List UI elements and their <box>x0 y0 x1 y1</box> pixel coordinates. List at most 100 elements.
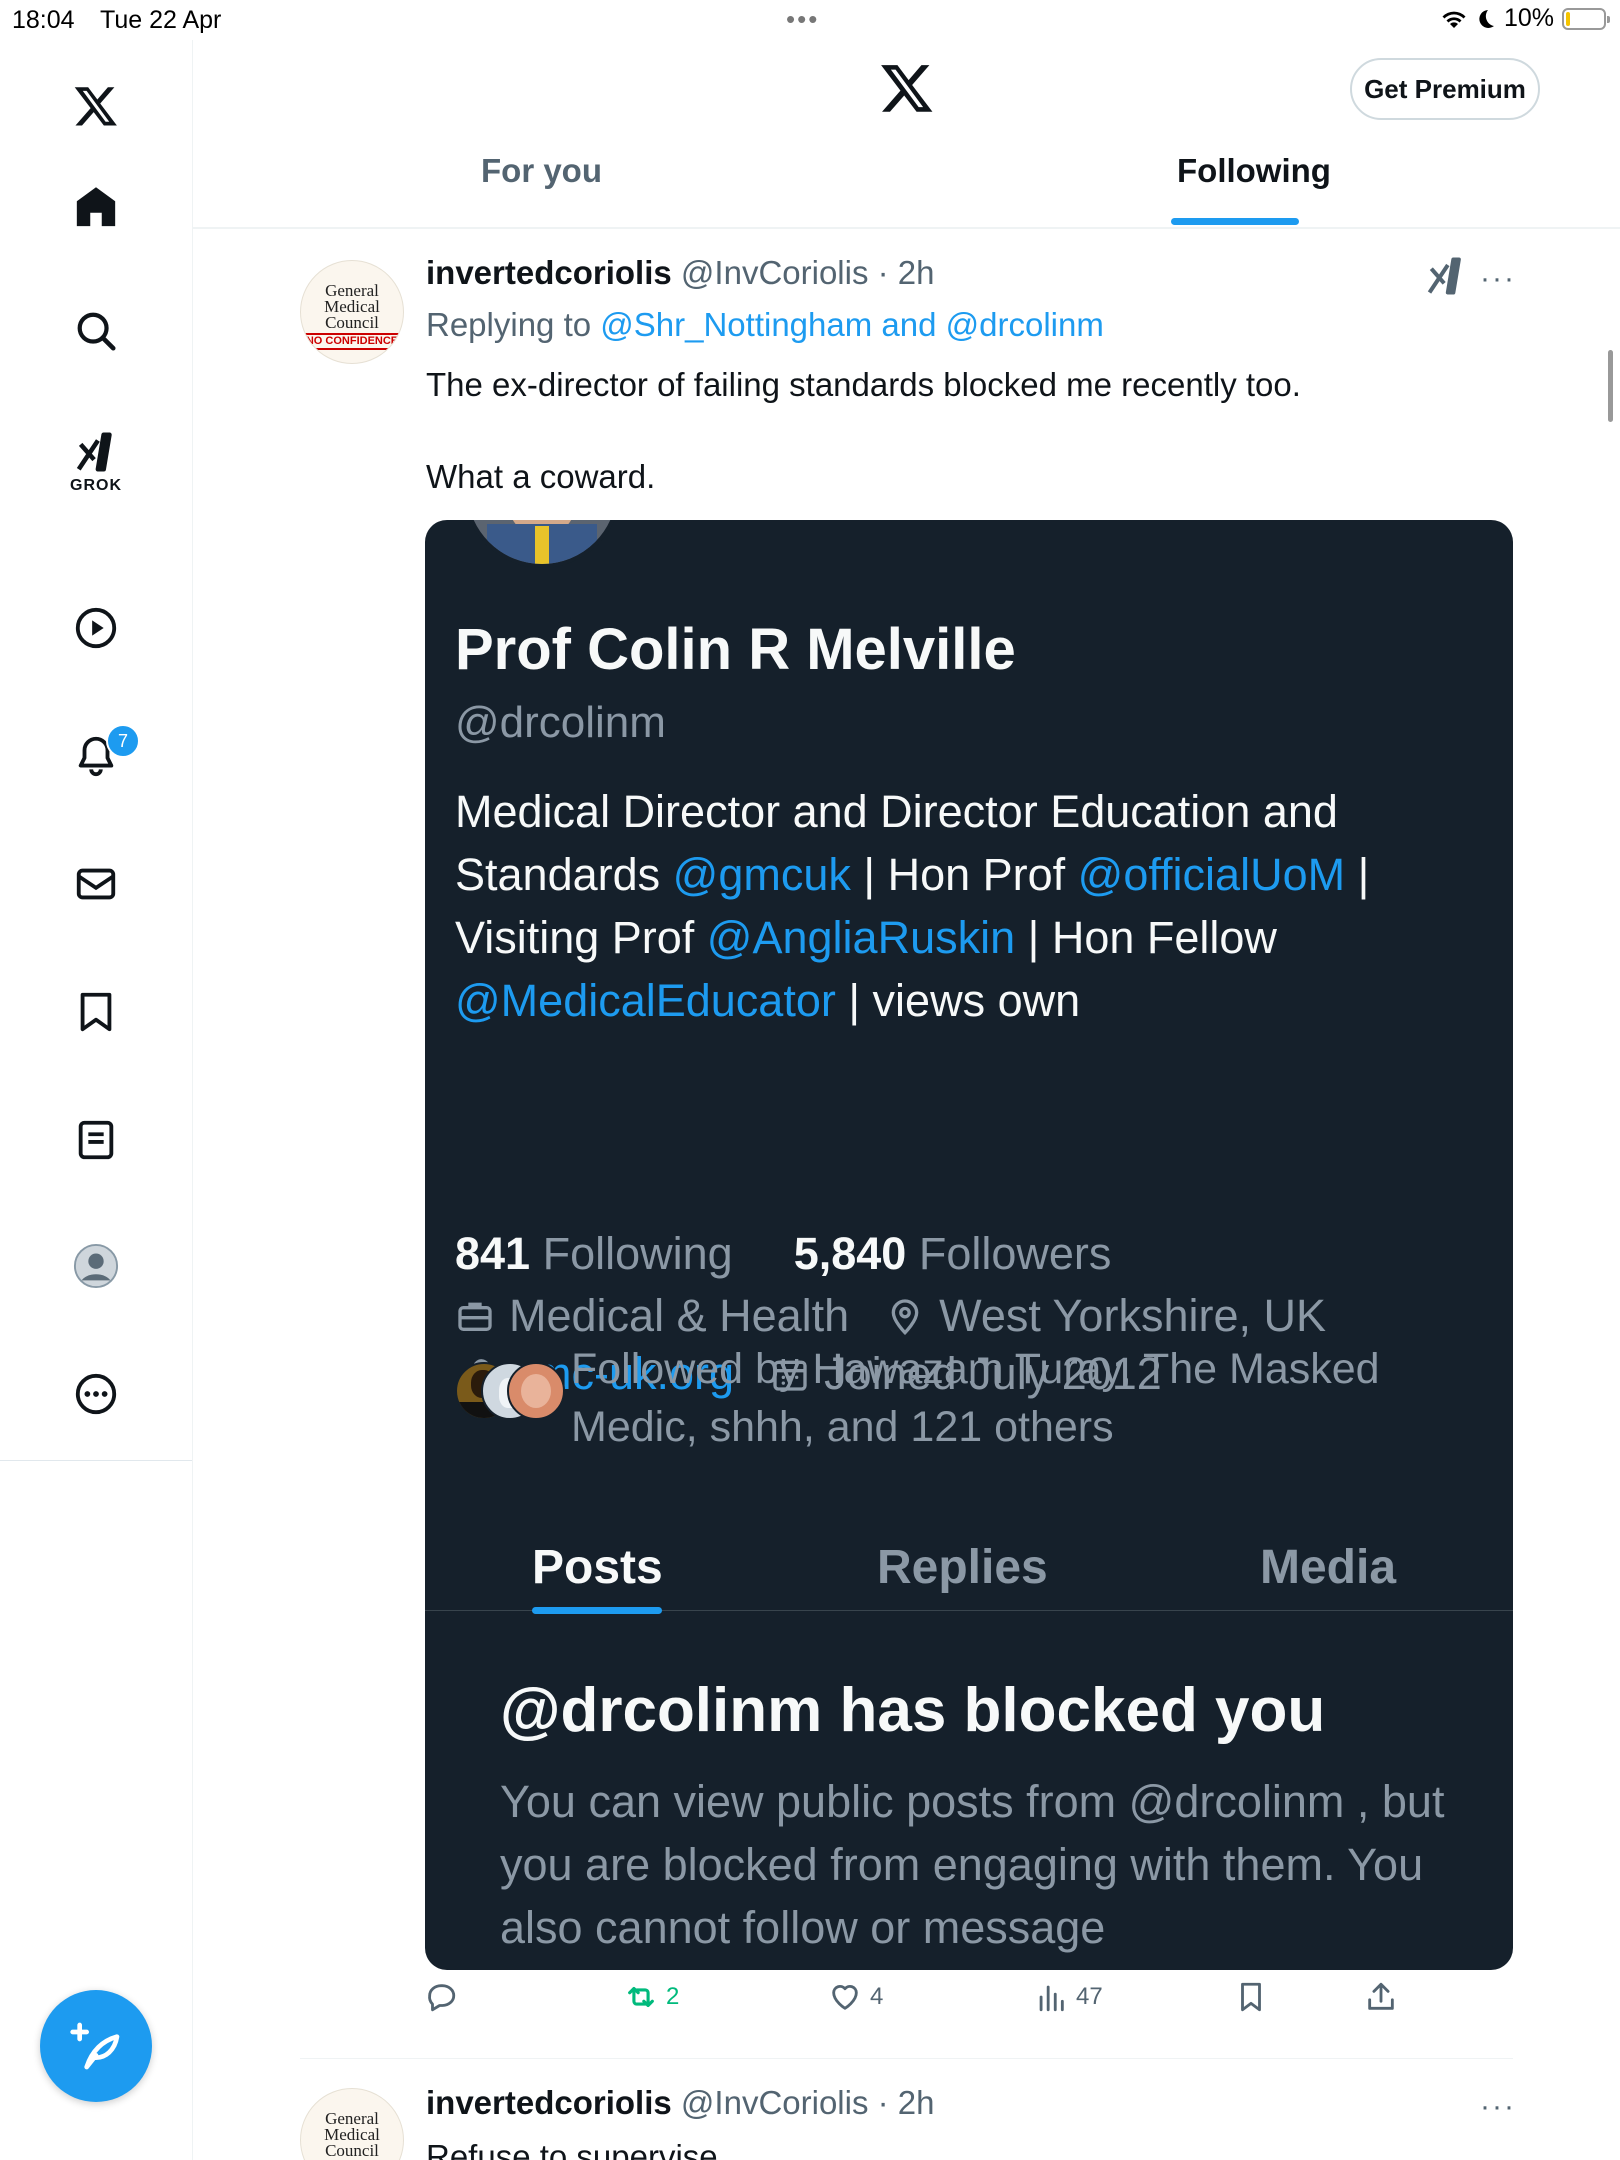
avatar-stamp: NO CONFIDENCE <box>301 333 403 350</box>
mention-link[interactable]: @drcolinm <box>946 306 1104 343</box>
bio-mention-link: @MedicalEducator <box>455 975 836 1026</box>
status-time: 18:04 <box>12 6 75 34</box>
tweet-divider <box>300 2058 1513 2059</box>
tab-following[interactable]: Following <box>1177 152 1331 190</box>
share-button[interactable] <box>1364 1980 1398 2014</box>
author-name[interactable]: invertedcoriolis <box>426 254 672 291</box>
profile-icon[interactable] <box>60 1230 132 1302</box>
tweet-text: Refuse to supervise <box>426 2138 718 2160</box>
following-label: Following <box>530 1228 733 1279</box>
repost-button[interactable]: 2 <box>624 1980 679 2014</box>
followed-by-text: Followed by Hawazam Turay, The Masked Me… <box>571 1345 1380 1451</box>
compose-button[interactable] <box>40 1990 152 2102</box>
avatar-text-line: Council <box>325 2141 379 2160</box>
avatar[interactable]: General Medical Council NO CONFIDENCE <box>300 260 404 364</box>
tweet-actions: 2 4 47 <box>424 1970 1524 2030</box>
profile-location: West Yorkshire, UK <box>939 1290 1327 1341</box>
status-right: 10% <box>1440 4 1610 33</box>
followed-by: Followed by Hawazam Turay, The Masked Me… <box>455 1340 1485 1451</box>
repost-count: 2 <box>666 1983 680 2010</box>
search-icon[interactable] <box>60 295 132 367</box>
battery-percent: 10% <box>1503 4 1554 32</box>
share-icon <box>1368 1982 1394 2010</box>
x-logo-icon[interactable] <box>60 70 132 142</box>
battery-icon <box>1562 7 1610 30</box>
avatar-text-line: Council <box>325 313 379 332</box>
status-date: Tue 22 Apr <box>100 6 222 34</box>
replying-prefix: Replying to <box>426 306 601 343</box>
tweet-text: The ex-director of failing standards blo… <box>426 366 1301 495</box>
tweet-time[interactable]: · 2h <box>878 2084 935 2121</box>
author-name[interactable]: invertedcoriolis <box>426 2084 672 2121</box>
profile-handle: @drcolinm <box>455 698 666 747</box>
reply-icon <box>428 1984 456 2012</box>
profile-bio: Medical Director and Director Education … <box>455 780 1475 1032</box>
multitask-dots-icon[interactable]: ••• <box>786 4 819 35</box>
tab-for-you[interactable]: For you <box>481 152 602 190</box>
timeline-header: Get Premium For you Following <box>193 40 1620 229</box>
profile-tab-posts: Posts <box>532 1541 663 1594</box>
avatar[interactable]: General Medical Council NO CONFIDENCE <box>300 2088 404 2160</box>
tweet-image[interactable]: Prof Colin R Melville @drcolinm Medical … <box>425 520 1513 1970</box>
views-icon <box>1039 1985 1064 2012</box>
author-handle[interactable]: @InvCoriolis <box>681 2084 869 2121</box>
status-bar: 18:04 Tue 22 Apr ••• 10% <box>0 0 1620 40</box>
profile-tab-media: Media <box>1260 1541 1397 1594</box>
bookmark-icon[interactable] <box>60 976 132 1048</box>
bookmark-button[interactable] <box>1234 1980 1268 2014</box>
bio-mention-link: @officialUoM <box>1077 849 1346 900</box>
follower-avatar <box>507 1362 565 1420</box>
reply-button[interactable] <box>424 1980 466 2014</box>
bio-mention-link: @gmcuk <box>672 849 851 900</box>
more-options-icon[interactable]: ··· <box>1480 262 1516 296</box>
mail-icon[interactable] <box>60 848 132 920</box>
like-button[interactable]: 4 <box>828 1980 883 2014</box>
x-logo-icon[interactable] <box>879 60 935 116</box>
replying-to: Replying to @Shr_Nottingham and @drcolin… <box>426 306 1104 344</box>
bio-mention-link: @AngliaRuskin <box>706 912 1016 963</box>
notification-badge: 7 <box>106 724 140 758</box>
heart-icon <box>832 1985 858 2010</box>
sidebar-divider <box>0 1460 192 1461</box>
following-count: 841 <box>455 1228 531 1279</box>
header-divider <box>193 227 1620 229</box>
bio-text: | Hon Prof <box>850 849 1078 900</box>
bookmark-icon <box>1241 1982 1261 2012</box>
profile-name: Prof Colin R Melville <box>455 617 1016 682</box>
followers-count: 5,840 <box>793 1228 907 1279</box>
moon-icon <box>1479 9 1494 28</box>
profile-tab-replies: Replies <box>877 1541 1048 1594</box>
wifi-icon <box>1442 11 1466 28</box>
views-count: 47 <box>1076 1983 1103 2010</box>
views-button[interactable]: 47 <box>1034 1980 1103 2014</box>
lists-icon[interactable] <box>60 1104 132 1176</box>
tweet-meta: invertedcoriolis @InvCoriolis · 2h <box>426 2084 935 2122</box>
repost-icon <box>628 1986 654 2008</box>
grok-icon[interactable] <box>1424 254 1468 298</box>
profile-stats: 841 Following 5,840 Followers <box>455 1228 1111 1280</box>
blocked-title: @drcolinm has blocked you <box>500 1676 1326 1745</box>
more-options-icon[interactable]: ··· <box>1480 2090 1516 2124</box>
get-premium-button[interactable]: Get Premium <box>1350 58 1540 120</box>
mention-link[interactable]: @Shr_Nottingham <box>600 306 872 343</box>
video-icon[interactable] <box>60 592 132 664</box>
profile-tabs: Posts Replies Media <box>425 1520 1513 1611</box>
profile-category: Medical & Health <box>509 1290 850 1341</box>
active-tab-indicator <box>1171 218 1299 225</box>
profile-avatar <box>463 520 621 568</box>
tweet-time[interactable]: · 2h <box>878 254 935 291</box>
blocked-description: You can view public posts from @drcolinm… <box>500 1776 1445 1953</box>
like-count: 4 <box>870 1983 884 2010</box>
home-icon[interactable] <box>60 171 132 243</box>
sidebar-nav: GROK 7 <box>0 40 193 2160</box>
tweet[interactable]: General Medical Council NO CONFIDENCE in… <box>300 2078 1520 2160</box>
bio-text: | Hon Fellow <box>1015 912 1277 963</box>
compose-feather-icon <box>70 2022 120 2070</box>
tweet-meta: invertedcoriolis @InvCoriolis · 2h <box>426 254 935 292</box>
replying-and[interactable]: and <box>872 306 945 343</box>
scrollbar[interactable] <box>1608 350 1613 422</box>
grok-label: GROK <box>70 477 122 494</box>
author-handle[interactable]: @InvCoriolis <box>681 254 869 291</box>
more-circle-icon[interactable] <box>60 1358 132 1430</box>
briefcase-icon <box>458 1302 492 1331</box>
